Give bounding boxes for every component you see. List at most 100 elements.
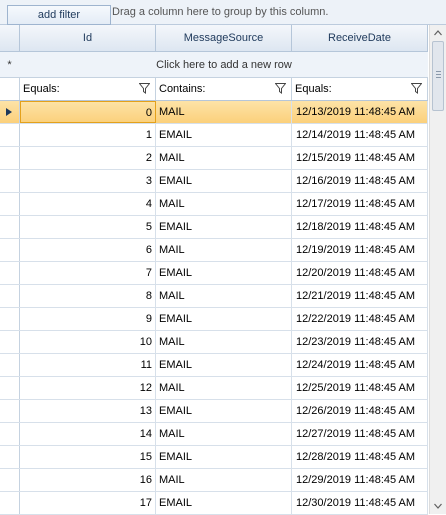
table-row[interactable]: 17 EMAIL 12/30/2019 11:48:45 AM bbox=[0, 492, 428, 515]
row-indicator[interactable] bbox=[0, 262, 20, 284]
row-indicator[interactable] bbox=[0, 331, 20, 353]
table-row[interactable]: 9 EMAIL 12/22/2019 11:48:45 AM bbox=[0, 308, 428, 331]
cell-receivedate[interactable]: 12/20/2019 11:48:45 AM bbox=[292, 262, 428, 284]
table-row[interactable]: 1 EMAIL 12/14/2019 11:48:45 AM bbox=[0, 124, 428, 147]
table-row[interactable]: 0 MAIL 12/13/2019 11:48:45 AM bbox=[0, 101, 428, 124]
cell-id[interactable]: 5 bbox=[20, 216, 156, 238]
table-row[interactable]: 3 EMAIL 12/16/2019 11:48:45 AM bbox=[0, 170, 428, 193]
filter-cell-id[interactable]: Equals: bbox=[20, 78, 156, 100]
cell-messagesource[interactable]: MAIL bbox=[156, 423, 292, 445]
cell-receivedate[interactable]: 12/30/2019 11:48:45 AM bbox=[292, 492, 428, 514]
cell-receivedate[interactable]: 12/15/2019 11:48:45 AM bbox=[292, 147, 428, 169]
filter-cell-receivedate[interactable]: Equals: bbox=[292, 78, 428, 100]
add-filter-button[interactable]: add filter bbox=[7, 5, 111, 25]
table-row[interactable]: 12 MAIL 12/25/2019 11:48:45 AM bbox=[0, 377, 428, 400]
table-row[interactable]: 4 MAIL 12/17/2019 11:48:45 AM bbox=[0, 193, 428, 216]
group-panel[interactable]: Drag a column here to group by this colu… bbox=[0, 0, 446, 25]
cell-messagesource[interactable]: EMAIL bbox=[156, 262, 292, 284]
cell-id[interactable]: 12 bbox=[20, 377, 156, 399]
table-row[interactable]: 14 MAIL 12/27/2019 11:48:45 AM bbox=[0, 423, 428, 446]
cell-id[interactable]: 6 bbox=[20, 239, 156, 261]
cell-id[interactable]: 10 bbox=[20, 331, 156, 353]
cell-messagesource[interactable]: MAIL bbox=[156, 101, 292, 123]
column-header-receivedate[interactable]: ReceiveDate bbox=[292, 25, 428, 51]
cell-messagesource[interactable]: EMAIL bbox=[156, 400, 292, 422]
cell-messagesource[interactable]: EMAIL bbox=[156, 308, 292, 330]
row-indicator[interactable] bbox=[0, 400, 20, 422]
cell-messagesource[interactable]: MAIL bbox=[156, 377, 292, 399]
cell-id[interactable]: 14 bbox=[20, 423, 156, 445]
row-indicator[interactable] bbox=[0, 170, 20, 192]
scroll-down-arrow-icon[interactable] bbox=[430, 498, 446, 514]
table-row[interactable]: 13 EMAIL 12/26/2019 11:48:45 AM bbox=[0, 400, 428, 423]
cell-receivedate[interactable]: 12/18/2019 11:48:45 AM bbox=[292, 216, 428, 238]
row-indicator[interactable] bbox=[0, 124, 20, 146]
row-indicator[interactable] bbox=[0, 285, 20, 307]
row-indicator[interactable] bbox=[0, 446, 20, 468]
cell-messagesource[interactable]: MAIL bbox=[156, 469, 292, 491]
row-indicator[interactable] bbox=[0, 354, 20, 376]
cell-id[interactable]: 9 bbox=[20, 308, 156, 330]
cell-receivedate[interactable]: 12/27/2019 11:48:45 AM bbox=[292, 423, 428, 445]
cell-receivedate[interactable]: 12/17/2019 11:48:45 AM bbox=[292, 193, 428, 215]
row-indicator[interactable] bbox=[0, 492, 20, 514]
row-indicator[interactable] bbox=[0, 147, 20, 169]
cell-messagesource[interactable]: EMAIL bbox=[156, 216, 292, 238]
cell-id[interactable]: 16 bbox=[20, 469, 156, 491]
cell-id[interactable]: 1 bbox=[20, 124, 156, 146]
cell-id[interactable]: 2 bbox=[20, 147, 156, 169]
column-header-id[interactable]: Id bbox=[20, 25, 156, 51]
cell-receivedate[interactable]: 12/22/2019 11:48:45 AM bbox=[292, 308, 428, 330]
filter-cell-messagesource[interactable]: Contains: bbox=[156, 78, 292, 100]
table-row[interactable]: 10 MAIL 12/23/2019 11:48:45 AM bbox=[0, 331, 428, 354]
table-row[interactable]: 15 EMAIL 12/28/2019 11:48:45 AM bbox=[0, 446, 428, 469]
cell-receivedate[interactable]: 12/24/2019 11:48:45 AM bbox=[292, 354, 428, 376]
cell-messagesource[interactable]: MAIL bbox=[156, 331, 292, 353]
cell-id[interactable]: 15 bbox=[20, 446, 156, 468]
table-row[interactable]: 5 EMAIL 12/18/2019 11:48:45 AM bbox=[0, 216, 428, 239]
cell-id[interactable]: 11 bbox=[20, 354, 156, 376]
cell-id[interactable]: 3 bbox=[20, 170, 156, 192]
cell-receivedate[interactable]: 12/26/2019 11:48:45 AM bbox=[292, 400, 428, 422]
column-header-messagesource[interactable]: MessageSource bbox=[156, 25, 292, 51]
cell-id[interactable]: 8 bbox=[20, 285, 156, 307]
cell-receivedate[interactable]: 12/29/2019 11:48:45 AM bbox=[292, 469, 428, 491]
row-indicator[interactable] bbox=[0, 193, 20, 215]
cell-id[interactable]: 17 bbox=[20, 492, 156, 514]
cell-receivedate[interactable]: 12/14/2019 11:48:45 AM bbox=[292, 124, 428, 146]
new-row[interactable]: * Click here to add a new row bbox=[0, 52, 428, 78]
table-row[interactable]: 6 MAIL 12/19/2019 11:48:45 AM bbox=[0, 239, 428, 262]
table-row[interactable]: 16 MAIL 12/29/2019 11:48:45 AM bbox=[0, 469, 428, 492]
cell-receivedate[interactable]: 12/16/2019 11:48:45 AM bbox=[292, 170, 428, 192]
vertical-scrollbar[interactable] bbox=[429, 25, 446, 514]
cell-receivedate[interactable]: 12/28/2019 11:48:45 AM bbox=[292, 446, 428, 468]
table-row[interactable]: 8 MAIL 12/21/2019 11:48:45 AM bbox=[0, 285, 428, 308]
cell-receivedate[interactable]: 12/25/2019 11:48:45 AM bbox=[292, 377, 428, 399]
cell-receivedate[interactable]: 12/21/2019 11:48:45 AM bbox=[292, 285, 428, 307]
cell-messagesource[interactable]: MAIL bbox=[156, 239, 292, 261]
filter-funnel-icon[interactable] bbox=[139, 83, 150, 94]
row-indicator[interactable] bbox=[0, 239, 20, 261]
row-indicator[interactable] bbox=[0, 308, 20, 330]
scrollbar-thumb[interactable] bbox=[432, 41, 444, 111]
cell-messagesource[interactable]: MAIL bbox=[156, 147, 292, 169]
row-indicator[interactable] bbox=[0, 216, 20, 238]
filter-funnel-icon[interactable] bbox=[275, 83, 286, 94]
table-row[interactable]: 2 MAIL 12/15/2019 11:48:45 AM bbox=[0, 147, 428, 170]
row-indicator[interactable] bbox=[0, 469, 20, 491]
cell-id[interactable]: 7 bbox=[20, 262, 156, 284]
cell-id[interactable]: 4 bbox=[20, 193, 156, 215]
cell-id[interactable]: 0 bbox=[20, 101, 156, 123]
row-indicator[interactable] bbox=[0, 101, 20, 123]
filter-funnel-icon[interactable] bbox=[411, 83, 422, 94]
cell-receivedate[interactable]: 12/19/2019 11:48:45 AM bbox=[292, 239, 428, 261]
cell-messagesource[interactable]: EMAIL bbox=[156, 124, 292, 146]
cell-messagesource[interactable]: MAIL bbox=[156, 193, 292, 215]
cell-messagesource[interactable]: EMAIL bbox=[156, 492, 292, 514]
row-indicator[interactable] bbox=[0, 377, 20, 399]
table-row[interactable]: 11 EMAIL 12/24/2019 11:48:45 AM bbox=[0, 354, 428, 377]
cell-messagesource[interactable]: EMAIL bbox=[156, 354, 292, 376]
cell-messagesource[interactable]: EMAIL bbox=[156, 446, 292, 468]
add-new-row-prompt[interactable]: Click here to add a new row bbox=[20, 52, 428, 78]
scroll-up-arrow-icon[interactable] bbox=[430, 25, 446, 41]
